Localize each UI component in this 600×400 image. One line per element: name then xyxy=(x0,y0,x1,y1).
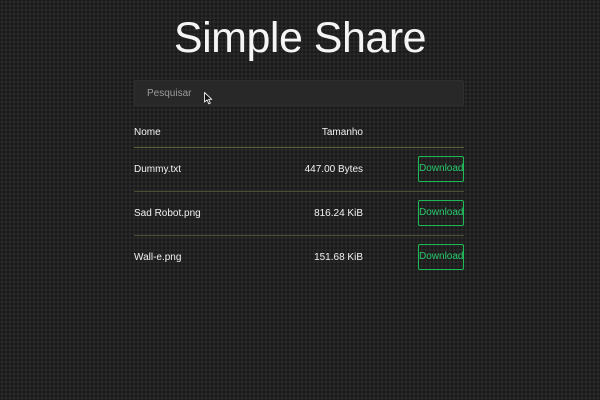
file-name: Sad Robot.png xyxy=(134,208,201,219)
column-header-size: Tamanho xyxy=(321,127,363,138)
file-size: 447.00 Bytes xyxy=(304,164,363,175)
table-row: Dummy.txt 447.00 Bytes Download xyxy=(134,148,464,192)
mouse-pointer-icon xyxy=(204,92,213,105)
search-box xyxy=(134,80,464,106)
table-header: Nome Tamanho xyxy=(134,118,464,148)
search-input[interactable] xyxy=(135,81,463,105)
download-button[interactable]: Download xyxy=(418,156,464,182)
file-size: 816.24 KiB xyxy=(314,208,363,219)
file-size: 151.68 KiB xyxy=(314,252,363,263)
table-row: Wall-e.png 151.68 KiB Download xyxy=(134,236,464,279)
page-title: Simple Share xyxy=(173,14,427,62)
file-name: Wall-e.png xyxy=(134,252,182,263)
download-button[interactable]: Download xyxy=(418,200,464,226)
download-button[interactable]: Download xyxy=(418,244,464,270)
file-name: Dummy.txt xyxy=(134,164,182,175)
file-table: Nome Tamanho Dummy.txt 447.00 Bytes Down… xyxy=(134,118,464,279)
table-row: Sad Robot.png 816.24 KiB Download xyxy=(134,192,464,236)
column-header-name: Nome xyxy=(134,127,161,138)
